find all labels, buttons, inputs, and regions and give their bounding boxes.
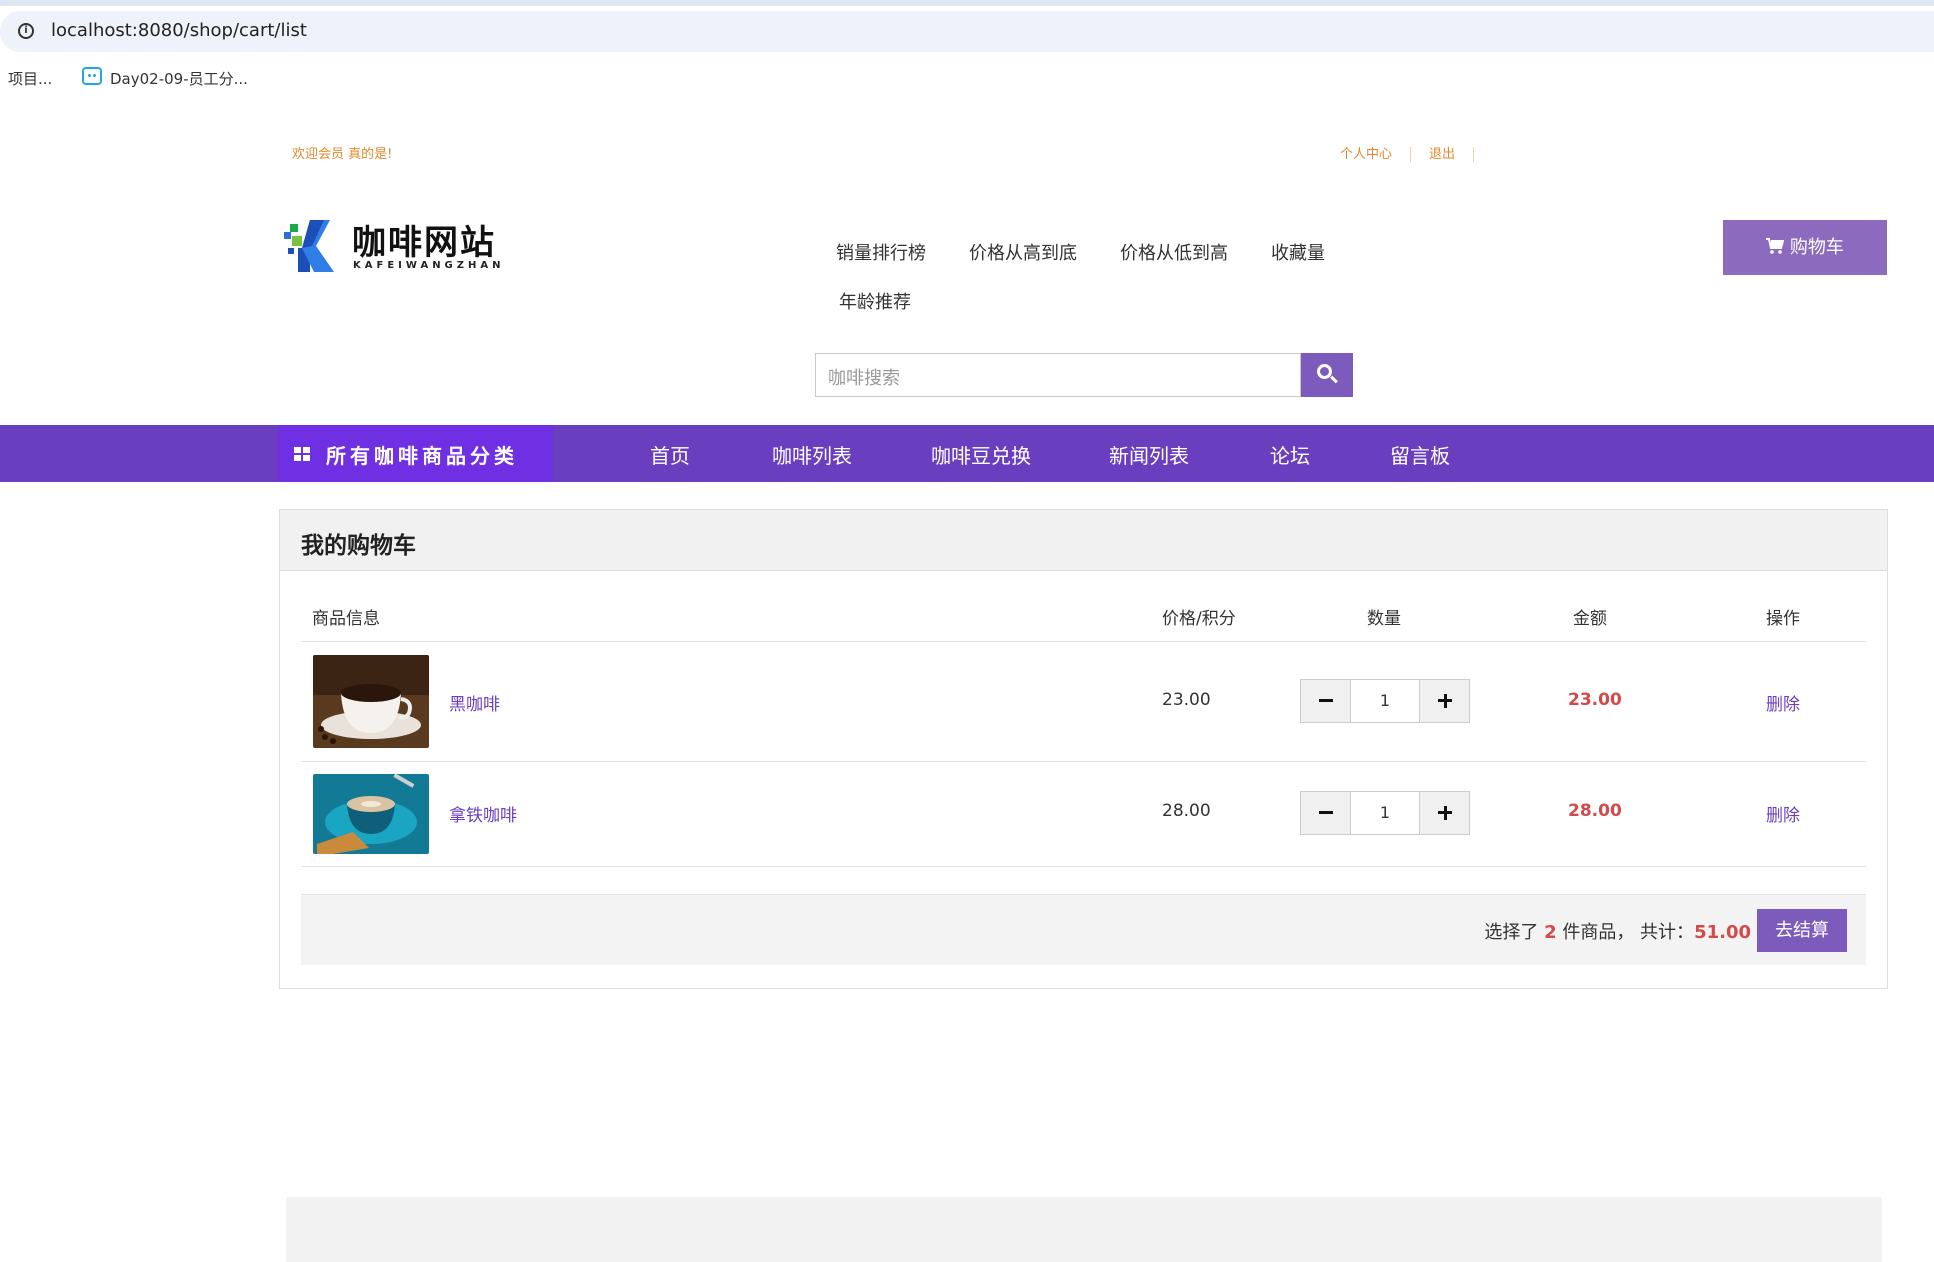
nav-forum[interactable]: 论坛 xyxy=(1270,440,1310,469)
quantity-stepper: 1 xyxy=(1300,791,1470,835)
product-name-link[interactable]: 黑咖啡 xyxy=(449,690,500,715)
selected-count: 2 xyxy=(1544,922,1557,943)
grid-icon xyxy=(294,447,310,461)
nav-home[interactable]: 首页 xyxy=(650,440,690,469)
divider xyxy=(301,641,1866,642)
cart-summary-bar: 选择了 2 件商品， 共计：51.00 去结算 xyxy=(301,894,1866,965)
url-text[interactable]: localhost:8080/shop/cart/list xyxy=(51,20,307,41)
nav-coffee-list[interactable]: 咖啡列表 xyxy=(772,440,852,469)
personal-center-link[interactable]: 个人中心 xyxy=(1321,147,1411,162)
cart-title: 我的购物车 xyxy=(301,533,416,559)
cart-button-label: 购物车 xyxy=(1789,237,1844,258)
delete-link[interactable]: 删除 xyxy=(1766,801,1800,826)
divider xyxy=(301,761,1866,762)
delete-link[interactable]: 删除 xyxy=(1766,690,1800,715)
browser-top-strip xyxy=(0,0,1934,6)
row-amount: 28.00 xyxy=(1568,801,1622,821)
shopping-cart-icon xyxy=(1766,238,1785,254)
search-icon-handle xyxy=(1330,375,1338,384)
product-name-link[interactable]: 拿铁咖啡 xyxy=(449,801,517,826)
footer-band xyxy=(286,1197,1882,1262)
decrease-qty-button[interactable] xyxy=(1301,680,1351,722)
col-header-product: 商品信息 xyxy=(312,609,380,629)
cart-summary: 选择了 2 件商品， 共计：51.00 xyxy=(1484,918,1751,944)
checkout-button[interactable]: 去结算 xyxy=(1757,909,1847,952)
bookmark-item[interactable]: 项目... xyxy=(8,68,52,89)
divider xyxy=(301,866,1866,867)
row-amount: 23.00 xyxy=(1568,690,1622,710)
product-price: 23.00 xyxy=(1162,690,1211,710)
cart-total: 51.00 xyxy=(1694,922,1751,943)
logout-link[interactable]: 退出 xyxy=(1410,147,1474,162)
product-price: 28.00 xyxy=(1162,801,1211,821)
sort-price-asc-link[interactable]: 价格从低到高 xyxy=(1120,239,1228,265)
search-button[interactable] xyxy=(1301,353,1353,397)
main-nav: 所有咖啡商品分类 首页 咖啡列表 咖啡豆兑换 新闻列表 论坛 留言板 xyxy=(0,425,1934,482)
sort-favorites-link[interactable]: 收藏量 xyxy=(1271,239,1325,265)
col-header-qty: 数量 xyxy=(1367,609,1401,629)
logo-icon[interactable] xyxy=(284,218,348,274)
summary-mid: 件商品， 共计： xyxy=(1562,922,1695,943)
summary-prefix: 选择了 xyxy=(1484,922,1539,943)
quantity-input[interactable]: 1 xyxy=(1351,680,1419,722)
product-image-latte[interactable] xyxy=(313,774,429,854)
address-bar[interactable]: i localhost:8080/shop/cart/list xyxy=(0,11,1934,52)
category-menu-button[interactable]: 所有咖啡商品分类 xyxy=(278,425,553,482)
bookmarks-bar: 项目... Day02-09-员工分... xyxy=(0,64,1934,94)
increase-qty-button[interactable] xyxy=(1419,792,1469,834)
logo-title[interactable]: 咖啡网站 xyxy=(352,215,496,264)
logo-subtitle: KAFEIWANGZHAN xyxy=(353,260,505,271)
welcome-text: 欢迎会员 真的是! xyxy=(292,147,393,162)
quantity-stepper: 1 xyxy=(1300,679,1470,723)
cart-panel-header: 我的购物车 xyxy=(280,510,1887,571)
cart-button[interactable]: 购物车 xyxy=(1723,220,1887,275)
age-recommend-link[interactable]: 年龄推荐 xyxy=(839,288,911,314)
quantity-input[interactable]: 1 xyxy=(1351,792,1419,834)
nav-message-board[interactable]: 留言板 xyxy=(1390,440,1450,469)
increase-qty-button[interactable] xyxy=(1419,680,1469,722)
nav-bean-exchange[interactable]: 咖啡豆兑换 xyxy=(931,440,1031,469)
top-links: 个人中心 退出 xyxy=(1321,143,1474,162)
category-menu-label: 所有咖啡商品分类 xyxy=(326,444,518,468)
sort-price-desc-link[interactable]: 价格从高到底 xyxy=(969,239,1077,265)
bookmark-item[interactable]: Day02-09-员工分... xyxy=(110,68,248,89)
nav-news-list[interactable]: 新闻列表 xyxy=(1109,440,1189,469)
product-image-black-coffee[interactable] xyxy=(313,655,429,748)
search-input[interactable]: 咖啡搜索 xyxy=(815,353,1301,397)
bilibili-tv-icon xyxy=(82,67,102,85)
col-header-price: 价格/积分 xyxy=(1162,609,1236,629)
site-info-icon[interactable]: i xyxy=(18,23,34,39)
decrease-qty-button[interactable] xyxy=(1301,792,1351,834)
sort-sales-link[interactable]: 销量排行榜 xyxy=(836,239,926,265)
col-header-amount: 金额 xyxy=(1573,609,1607,629)
col-header-action: 操作 xyxy=(1766,609,1800,629)
